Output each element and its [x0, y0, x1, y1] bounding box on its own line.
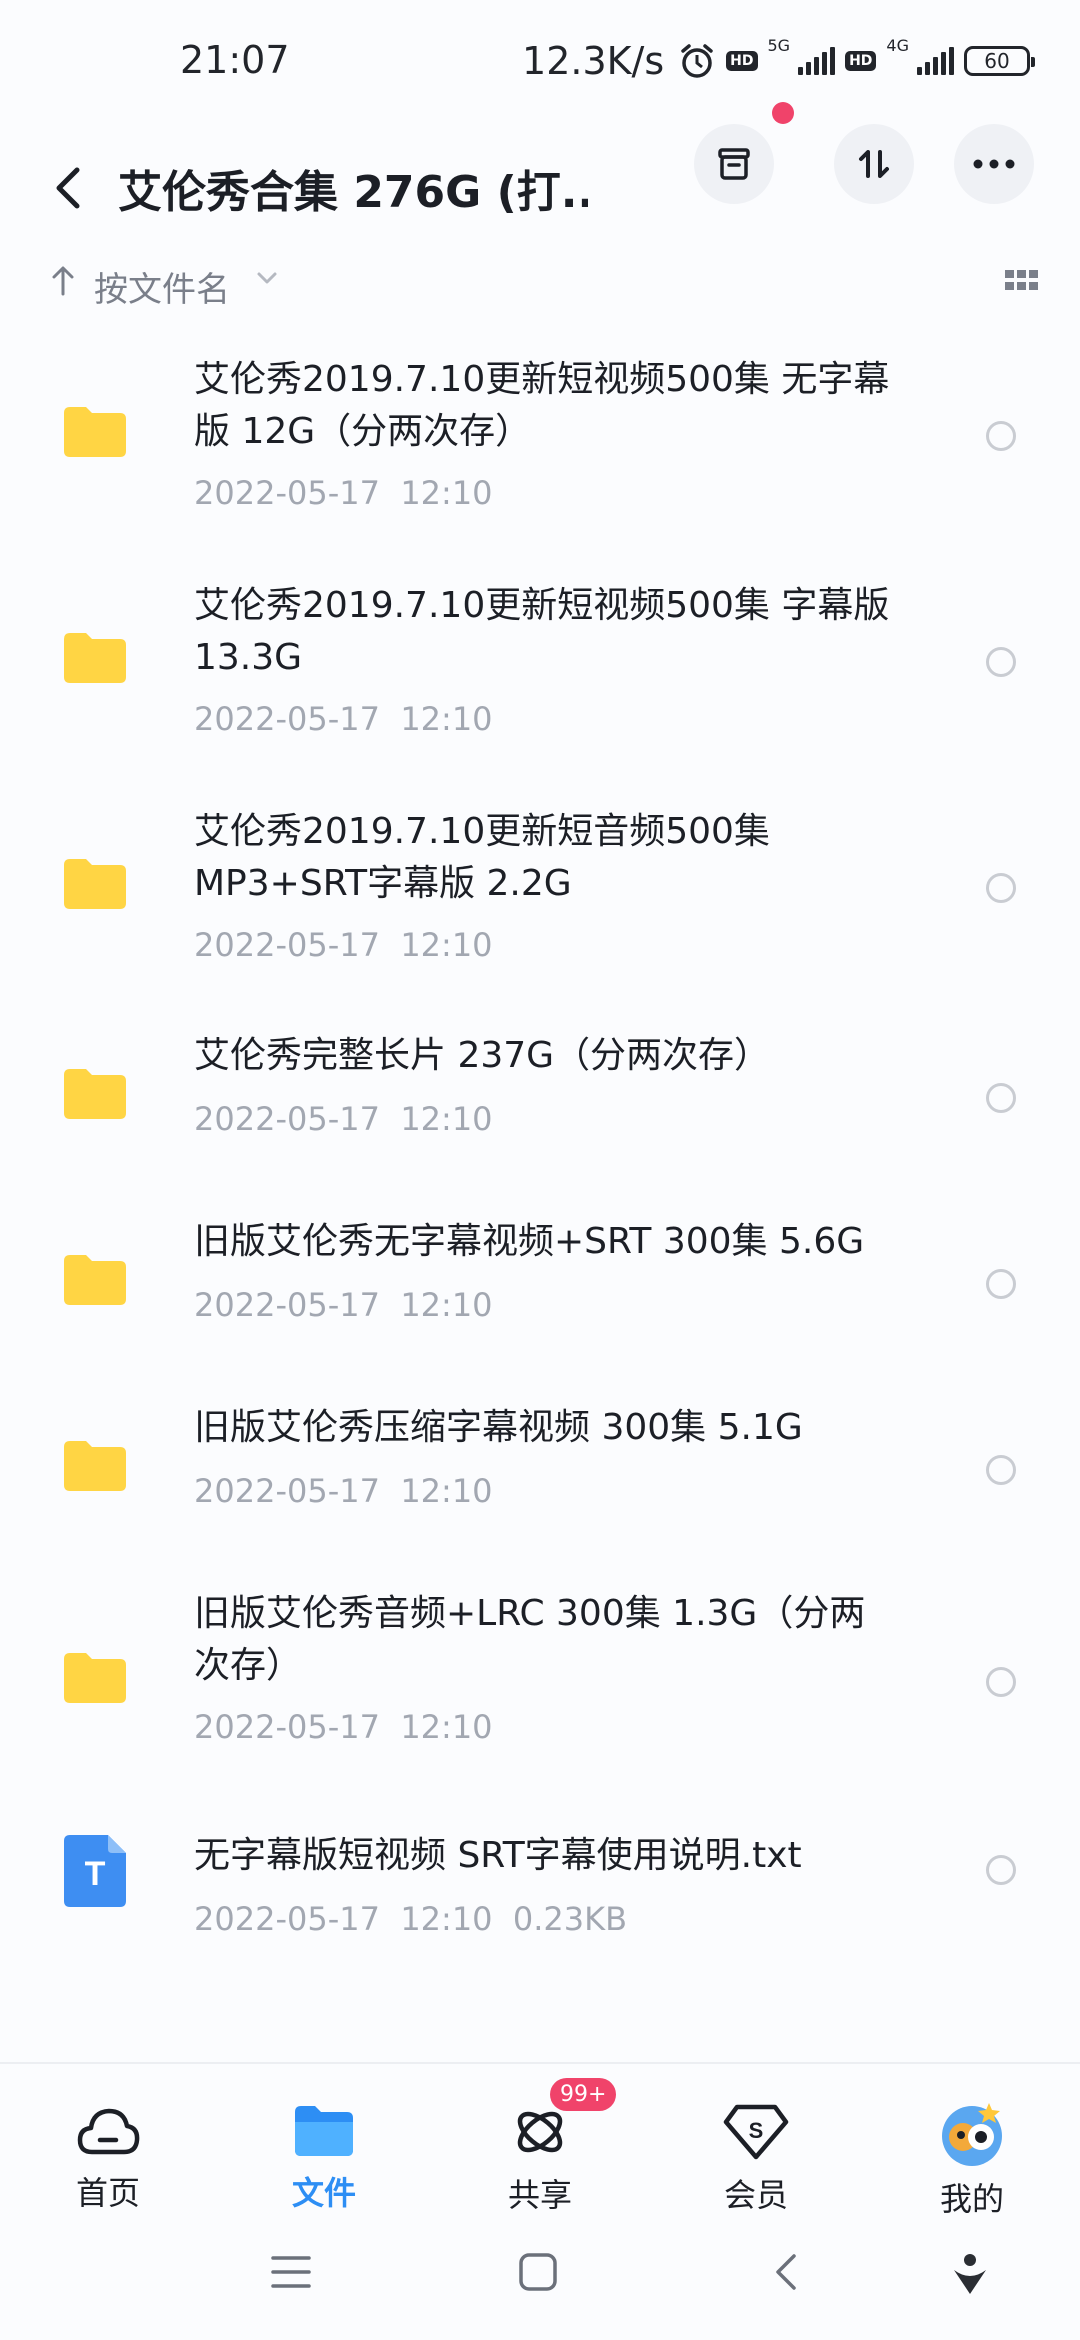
network-type-4g: 4G — [886, 36, 909, 55]
list-item-folder[interactable]: 旧版艾伦秀压缩字幕视频 300集 5.1G 2022-05-17 12:10 — [0, 1402, 1080, 1552]
hd-icon: HD — [845, 51, 877, 71]
share-count-badge: 99+ — [550, 2078, 617, 2111]
file-meta: 2022-05-17 12:10 — [194, 1100, 493, 1138]
folder-icon — [64, 1069, 126, 1119]
nav-vip[interactable]: S 会员 — [676, 2064, 836, 2214]
chevron-down-icon[interactable] — [255, 270, 279, 290]
signal-5g-icon — [798, 47, 836, 75]
select-checkbox[interactable] — [986, 873, 1016, 903]
list-item-folder[interactable]: 艾伦秀完整长片 237G（分两次存） 2022-05-17 12:10 — [0, 1030, 1080, 1180]
folder-icon — [64, 1441, 126, 1491]
nav-mine-label: 我的 — [939, 2180, 1004, 2218]
file-name: 旧版艾伦秀无字幕视频+SRT 300集 5.6G — [194, 1221, 865, 1262]
file-name: 艾伦秀2019.7.10更新短音频500集 MP3+SRT字幕版 2.2G — [194, 811, 770, 904]
list-item-file[interactable]: T 无字幕版短视频 SRT字幕使用说明.txt 2022-05-17 12:10… — [0, 1830, 1080, 1980]
alarm-icon — [678, 42, 716, 80]
file-name: 艾伦秀2019.7.10更新短视频500集 无字幕 版 12G（分两次存） — [194, 359, 890, 452]
transfer-icon — [859, 150, 889, 178]
network-type-5g: 5G — [767, 36, 791, 55]
select-checkbox[interactable] — [986, 1855, 1016, 1885]
select-checkbox[interactable] — [986, 1269, 1016, 1299]
system-navigation-bar — [0, 2220, 1080, 2340]
nav-share[interactable]: 共享 99+ — [460, 2064, 620, 2214]
folder-icon — [64, 859, 126, 909]
folder-icon — [64, 633, 126, 683]
cloud-icon — [76, 2104, 140, 2158]
transfer-button[interactable] — [834, 124, 914, 204]
text-file-letter: T — [85, 1855, 106, 1893]
page-title: 艾伦秀合集 276G (打... — [118, 167, 588, 218]
file-meta: 2022-05-17 12:10 — [194, 700, 493, 738]
vip-symbol: S — [749, 2118, 764, 2143]
list-item-folder[interactable]: 旧版艾伦秀无字幕视频+SRT 300集 5.6G 2022-05-17 12:1… — [0, 1216, 1080, 1366]
select-checkbox[interactable] — [986, 1083, 1016, 1113]
list-item-folder[interactable]: 艾伦秀2019.7.10更新短音频500集 MP3+SRT字幕版 2.2G 20… — [0, 792, 1080, 1002]
text-file-icon: T — [64, 1835, 126, 1907]
sort-by-label[interactable]: 按文件名 — [94, 262, 230, 311]
notification-dot — [772, 102, 794, 124]
more-icon — [973, 159, 1015, 169]
nav-mine[interactable]: 我的 — [892, 2064, 1052, 2218]
folder-icon — [64, 407, 126, 457]
file-browser-screen: 21:07 12.3K/s HD 5G HD 4G 60 艾伦秀合集 276G … — [0, 0, 1080, 2340]
folder-icon — [295, 2104, 353, 2158]
status-bar: 21:07 12.3K/s HD 5G HD 4G 60 — [0, 0, 1080, 120]
select-checkbox[interactable] — [986, 421, 1016, 451]
file-name: 艾伦秀2019.7.10更新短视频500集 字幕版 13.3G — [194, 585, 890, 678]
file-meta: 2022-05-17 12:10 — [194, 474, 493, 512]
sort-bar: 按文件名 — [0, 250, 1080, 320]
arrow-up-icon[interactable] — [50, 264, 76, 302]
grid-view-icon[interactable] — [1004, 268, 1040, 296]
folder-icon — [64, 1653, 126, 1703]
chevron-left-icon — [56, 167, 80, 209]
archive-button[interactable] — [694, 124, 774, 204]
signal-4g-icon — [917, 47, 954, 75]
file-meta: 2022-05-17 12:10 — [194, 1708, 493, 1746]
file-name: 旧版艾伦秀音频+LRC 300集 1.3G（分两 次存） — [194, 1593, 866, 1686]
avatar — [939, 2103, 1005, 2166]
battery-level: 60 — [984, 49, 1010, 73]
more-button[interactable] — [954, 124, 1034, 204]
back-triangle-icon[interactable] — [772, 2252, 800, 2296]
home-square-icon[interactable] — [518, 2252, 558, 2296]
file-name: 旧版艾伦秀压缩字幕视频 300集 5.1G — [194, 1407, 803, 1448]
nav-share-label: 共享 — [507, 2176, 572, 2214]
folder-icon — [64, 1255, 126, 1305]
nav-home-label: 首页 — [75, 2174, 140, 2212]
status-icons: 12.3K/s HD 5G HD 4G 60 — [522, 36, 1035, 86]
network-speed: 12.3K/s — [522, 39, 665, 83]
archive-icon — [718, 148, 750, 180]
nav-files[interactable]: 文件 — [244, 2064, 404, 2214]
assistant-icon[interactable] — [950, 2252, 990, 2300]
header-bar: 艾伦秀合集 276G (打... — [0, 102, 1080, 270]
file-meta: 2022-05-17 12:10 0.23KB — [194, 1900, 628, 1938]
vip-diamond-icon: S — [723, 2104, 789, 2160]
select-checkbox[interactable] — [986, 1455, 1016, 1485]
select-checkbox[interactable] — [986, 647, 1016, 677]
battery-icon: 60 — [964, 46, 1035, 76]
file-name: 艾伦秀完整长片 237G（分两次存） — [194, 1035, 771, 1076]
file-name: 无字幕版短视频 SRT字幕使用说明.txt — [194, 1835, 802, 1876]
list-item-folder[interactable]: 艾伦秀2019.7.10更新短视频500集 无字幕 版 12G（分两次存） 20… — [0, 340, 1080, 550]
hd-icon: HD — [726, 51, 758, 71]
nav-vip-label: 会员 — [723, 2176, 788, 2214]
file-meta: 2022-05-17 12:10 — [194, 926, 493, 964]
share-atom-icon — [510, 2104, 570, 2160]
list-item-folder[interactable]: 艾伦秀2019.7.10更新短视频500集 字幕版 13.3G 2022-05-… — [0, 566, 1080, 776]
back-button[interactable] — [40, 160, 96, 216]
file-meta: 2022-05-17 12:10 — [194, 1286, 493, 1324]
bottom-navigation: 首页 文件 共享 99+ S 会员 我的 — [0, 2062, 1080, 2218]
file-meta: 2022-05-17 12:10 — [194, 1472, 493, 1510]
list-item-folder[interactable]: 旧版艾伦秀音频+LRC 300集 1.3G（分两 次存） 2022-05-17 … — [0, 1588, 1080, 1798]
select-checkbox[interactable] — [986, 1667, 1016, 1697]
nav-home[interactable]: 首页 — [28, 2064, 188, 2214]
menu-icon[interactable] — [270, 2252, 312, 2296]
nav-files-label: 文件 — [291, 2174, 356, 2212]
status-time: 21:07 — [180, 38, 290, 82]
